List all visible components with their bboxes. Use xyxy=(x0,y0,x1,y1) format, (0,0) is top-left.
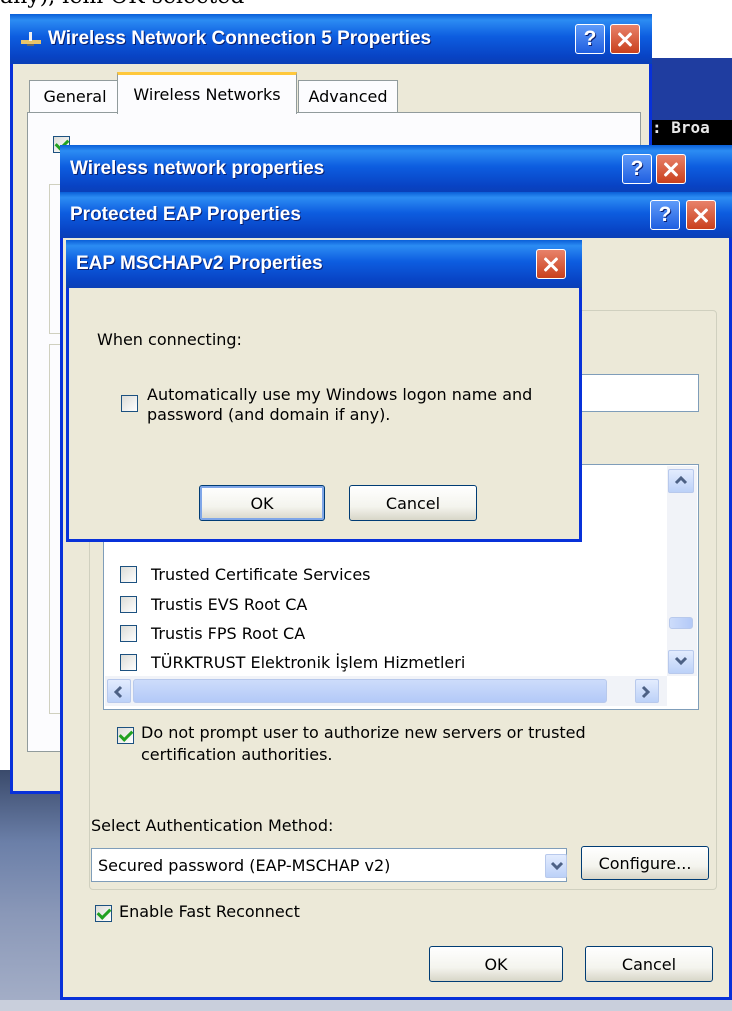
wireless-network-properties-title-bar[interactable]: Wireless network properties ? xyxy=(60,145,732,193)
tab-advanced[interactable]: Advanced xyxy=(298,80,398,112)
auth-method-value: Secured password (EAP-MSCHAP v2) xyxy=(98,855,391,875)
configure-button[interactable]: Configure... xyxy=(581,846,709,880)
auto-logon-checkbox[interactable] xyxy=(121,395,138,412)
when-connecting-heading: When connecting: xyxy=(97,330,242,349)
cert-item[interactable]: Trusted Certificate Services xyxy=(120,561,371,587)
tab-general[interactable]: General xyxy=(29,80,121,112)
close-button[interactable] xyxy=(536,249,566,279)
tab-wireless-networks[interactable]: Wireless Networks xyxy=(117,72,297,114)
scroll-up-arrow-icon[interactable] xyxy=(668,469,694,493)
vertical-scroll-thumb[interactable] xyxy=(669,617,693,629)
protected-eap-title-bar[interactable]: Protected EAP Properties ? xyxy=(60,192,732,238)
help-button[interactable]: ? xyxy=(622,154,652,184)
horizontal-scroll-thumb[interactable] xyxy=(133,679,607,703)
scroll-right-arrow-icon[interactable] xyxy=(635,679,659,703)
cancel-button[interactable]: Cancel xyxy=(349,485,477,521)
mschapv2-title-bar[interactable]: EAP MSCHAPv2 Properties xyxy=(66,240,582,288)
auth-method-label: Select Authentication Method: xyxy=(91,816,334,835)
wireless-connection-title-bar[interactable]: Wireless Network Connection 5 Properties… xyxy=(10,14,652,64)
cert-item[interactable]: Trustis EVS Root CA xyxy=(120,591,307,617)
close-button[interactable] xyxy=(610,24,640,54)
desktop-background-bottom xyxy=(0,1000,732,1011)
cert-item[interactable]: TÜRKTRUST Elektronik İşlem Hizmetleri xyxy=(120,649,465,675)
close-button[interactable] xyxy=(686,200,716,230)
no-prompt-checkbox[interactable] xyxy=(117,727,134,744)
network-connection-icon xyxy=(20,30,42,48)
cert-item-checkbox[interactable] xyxy=(120,653,137,671)
wireless-network-properties-title: Wireless network properties xyxy=(70,158,325,179)
auth-method-select[interactable]: Secured password (EAP-MSCHAP v2) xyxy=(91,848,567,882)
auto-logon-label: Automatically use my Windows logon name … xyxy=(147,385,533,424)
scroll-down-arrow-icon[interactable] xyxy=(668,650,694,674)
cert-item-label: Trustis FPS Root CA xyxy=(151,623,306,643)
mschapv2-title: EAP MSCHAPv2 Properties xyxy=(76,253,323,274)
close-button[interactable] xyxy=(656,154,686,184)
cert-item[interactable]: Trustis FPS Root CA xyxy=(120,620,305,646)
cert-item-label: TÜRKTRUST Elektronik İşlem Hizmetleri xyxy=(151,652,466,672)
vertical-scrollbar[interactable] xyxy=(667,466,697,676)
mschapv2-dialog: EAP MSCHAPv2 Properties When connecting:… xyxy=(66,240,582,542)
cert-item-label: Trusted Certificate Services xyxy=(151,564,371,584)
fast-reconnect-checkbox[interactable] xyxy=(95,905,112,922)
background-caption-text: any), lem OK selected xyxy=(0,0,244,9)
cert-item-checkbox[interactable] xyxy=(120,595,137,613)
help-button[interactable]: ? xyxy=(575,24,605,54)
ok-button[interactable]: OK xyxy=(199,485,325,521)
ok-button[interactable]: OK xyxy=(429,946,563,982)
cert-item-label: Trustis EVS Root CA xyxy=(151,594,308,614)
help-button[interactable]: ? xyxy=(650,200,680,230)
no-prompt-label: Do not prompt user to authorize new serv… xyxy=(141,723,586,764)
scroll-left-arrow-icon[interactable] xyxy=(107,679,131,703)
cert-item-checkbox[interactable] xyxy=(120,565,137,583)
dropdown-chevron-icon[interactable] xyxy=(545,854,567,878)
cert-item-checkbox[interactable] xyxy=(120,624,137,642)
fast-reconnect-label: Enable Fast Reconnect xyxy=(119,902,300,921)
cancel-button[interactable]: Cancel xyxy=(585,946,713,982)
protected-eap-title: Protected EAP Properties xyxy=(70,204,301,225)
wireless-connection-title: Wireless Network Connection 5 Properties xyxy=(48,28,432,49)
console-text-line-1: : Broa xyxy=(652,118,710,137)
